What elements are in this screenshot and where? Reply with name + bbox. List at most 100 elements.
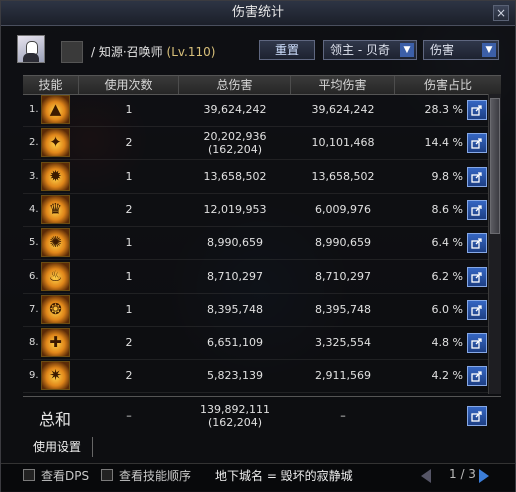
show-dps-label[interactable]: 查看DPS	[41, 467, 89, 484]
total-uses: –	[126, 409, 132, 422]
share-icon	[471, 338, 482, 349]
close-button[interactable]: ×	[493, 5, 509, 21]
total-row: 总和 – 139,892,111 (162,204) –	[23, 399, 501, 433]
row-average-damage: 6,009,976	[315, 203, 371, 216]
cross-rune-icon: ✚	[41, 328, 70, 357]
row-rank: 6.	[29, 271, 39, 282]
share-icon	[471, 138, 482, 149]
previous-page-icon[interactable]	[421, 469, 431, 483]
row-damage-share: 14.4 %	[424, 136, 463, 149]
table-row[interactable]: 4. ♛ 2 12,019,953 6,009,976 8.6 %	[23, 194, 501, 227]
table-header: 技能 使用次数 总伤害 平均伤害 伤害占比	[23, 75, 501, 95]
skill-glyph: ✺	[49, 233, 62, 251]
row-total-damage: 6,651,109	[207, 336, 263, 349]
table-row[interactable]: 5. ✺ 1 8,990,659 8,990,659 6.4 %	[23, 227, 501, 260]
row-average-damage: 3,325,554	[315, 336, 371, 349]
skill-glyph: ✦	[49, 133, 62, 151]
row-damage-share: 4.2 %	[431, 369, 463, 382]
show-order-label[interactable]: 查看技能顺序	[119, 467, 191, 484]
row-share-button[interactable]	[467, 167, 487, 187]
table-row[interactable]: 9. ✷ 2 5,823,139 2,911,569 4.2 %	[23, 360, 501, 393]
row-damage-share: 6.2 %	[431, 270, 463, 283]
row-share-button[interactable]	[467, 300, 487, 320]
table-row[interactable]: 1. ▲ 1 39,624,242 39,624,242 28.3 %	[23, 94, 501, 127]
total-label: 总和	[39, 410, 72, 429]
metric-filter-value: 伤害	[430, 43, 455, 57]
table-row[interactable]: 7. ❂ 1 8,395,748 8,395,748 6.0 %	[23, 294, 501, 327]
header-skill[interactable]: 技能	[23, 76, 79, 94]
total-average: –	[340, 409, 346, 422]
row-total-damage: 5,823,139	[207, 369, 263, 382]
fire-demon-icon: ♨	[41, 262, 70, 291]
window-titlebar[interactable]: 伤害统计 ×	[1, 1, 515, 26]
row-rank: 8.	[29, 337, 39, 348]
header-damage-share[interactable]: 伤害占比	[395, 76, 501, 94]
row-total-damage: 39,624,242	[203, 103, 267, 116]
share-icon	[471, 371, 482, 382]
character-header: / 知源·召唤师 (Lv.110) 重置 领主 - 贝奇 ▼ 伤害 ▼	[17, 35, 507, 65]
row-share-button[interactable]	[467, 200, 487, 220]
skill-glyph: ✹	[49, 167, 62, 185]
row-share-button[interactable]	[467, 233, 487, 253]
share-icon	[471, 105, 482, 116]
row-uses: 1	[125, 270, 133, 283]
row-share-button[interactable]	[467, 267, 487, 287]
row-total-sub: (162,204)	[207, 143, 263, 156]
skill-glyph: ♨	[48, 267, 63, 285]
row-total-damage: 12,019,953	[203, 203, 267, 216]
row-average-damage: 8,710,297	[315, 270, 371, 283]
table-row[interactable]: 2. ✦ 2 20,202,936 (162,204) 10,101,468 14.4 %	[23, 127, 501, 160]
row-average-damage: 8,990,659	[315, 236, 371, 249]
row-damage-share: 9.8 %	[431, 170, 463, 183]
skill-glyph: ▲	[49, 100, 62, 118]
share-icon	[471, 272, 482, 283]
row-rank: 2.	[29, 137, 39, 148]
spiral-orb-icon: ✷	[41, 361, 70, 390]
show-dps-checkbox[interactable]	[23, 469, 35, 481]
share-icon	[471, 305, 482, 316]
show-order-checkbox[interactable]	[101, 469, 113, 481]
row-share-button[interactable]	[467, 133, 487, 153]
total-damage-sub: (162,204)	[207, 416, 263, 429]
row-rank: 5.	[29, 237, 39, 248]
row-total-damage: 13,658,502	[203, 170, 267, 183]
beast-summon-icon: ✹	[41, 162, 70, 191]
usage-settings[interactable]: 使用设置	[23, 437, 93, 457]
total-share-button[interactable]	[467, 406, 487, 426]
table-row[interactable]: 6. ♨ 1 8,710,297 8,710,297 6.2 %	[23, 261, 501, 294]
row-average-damage: 8,395,748	[315, 303, 371, 316]
skill-glyph: ♛	[48, 200, 63, 218]
row-share-button[interactable]	[467, 333, 487, 353]
row-uses: 2	[125, 203, 133, 216]
row-total-damage: 8,395,748	[207, 303, 263, 316]
reset-button[interactable]: 重置	[259, 40, 315, 60]
table-scrollbar[interactable]	[488, 94, 501, 394]
row-rank: 7.	[29, 304, 39, 315]
row-total-damage: 8,990,659	[207, 236, 263, 249]
total-damage-value: 139,892,111	[200, 403, 270, 416]
metric-filter-dropdown[interactable]: 伤害 ▼	[423, 40, 499, 60]
golden-slash-icon: ✦	[41, 128, 70, 157]
row-rank: 9.	[29, 370, 39, 381]
next-page-icon[interactable]	[479, 469, 489, 483]
row-share-button[interactable]	[467, 100, 487, 120]
row-uses: 2	[125, 336, 133, 349]
row-uses: 2	[125, 369, 133, 382]
total-divider	[23, 396, 501, 397]
share-icon	[471, 238, 482, 249]
avatar-slot	[61, 41, 83, 63]
scrollbar-thumb[interactable]	[490, 98, 500, 234]
row-damage-share: 6.0 %	[431, 303, 463, 316]
boss-filter-dropdown[interactable]: 领主 - 贝奇 ▼	[323, 40, 417, 60]
chevron-down-icon: ▼	[482, 43, 496, 57]
skill-glyph: ❂	[49, 300, 62, 318]
table-row[interactable]: 3. ✹ 1 13,658,502 13,658,502 9.8 %	[23, 161, 501, 194]
header-uses[interactable]: 使用次数	[79, 76, 179, 94]
row-average-damage: 10,101,468	[311, 136, 375, 149]
header-average-damage[interactable]: 平均伤害	[291, 76, 395, 94]
row-total-damage: 8,710,297	[207, 270, 263, 283]
header-total-damage[interactable]: 总伤害	[179, 76, 291, 94]
row-share-button[interactable]	[467, 366, 487, 386]
table-row[interactable]: 8. ✚ 2 6,651,109 3,325,554 4.8 %	[23, 327, 501, 360]
row-uses: 1	[125, 236, 133, 249]
